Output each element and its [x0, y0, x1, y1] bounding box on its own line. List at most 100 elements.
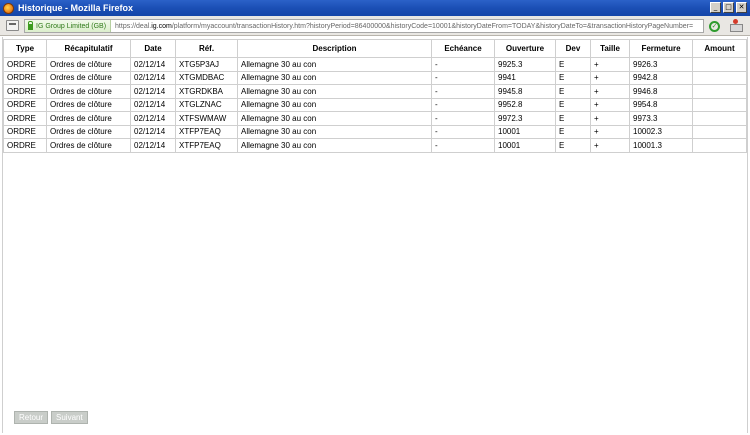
- pagination: Retour Suivant: [14, 411, 88, 424]
- table-cell: XTGLZNAC: [175, 97, 238, 112]
- site-page-icon[interactable]: [6, 20, 19, 31]
- table-cell: Ordres de clôture: [46, 57, 131, 72]
- transaction-history-table: Type Récapitulatif Date Réf. Description Eché…: [3, 39, 747, 153]
- next-button[interactable]: Suivant: [51, 411, 88, 424]
- table-cell: E: [555, 124, 591, 139]
- table-cell: -: [431, 70, 495, 85]
- table-row[interactable]: ORDRE Ordres de clôture 02/12/14 XTGRDKBA Al…: [3, 84, 747, 99]
- column-header: Récapitulatif: [46, 39, 131, 58]
- url-field[interactable]: IG Group Limited (GB) https://deal.ig.co…: [24, 19, 704, 33]
- table-row[interactable]: ORDRE Ordres de clôture 02/12/14 XTFP7EAQ Al…: [3, 124, 747, 139]
- table-cell: 10001: [494, 138, 556, 153]
- table-cell: 9952.8: [494, 97, 556, 112]
- table-cell: E: [555, 97, 591, 112]
- table-cell: +: [590, 124, 630, 139]
- table-cell: 9972.3: [494, 111, 556, 126]
- table-cell: -: [431, 57, 495, 72]
- table-row[interactable]: ORDRE Ordres de clôture 02/12/14 XTFP7EAQ Al…: [3, 138, 747, 153]
- table-header-row: Type Récapitulatif Date Réf. Description Eché…: [3, 39, 747, 58]
- check-icon[interactable]: ✓: [709, 21, 720, 32]
- table-body: ORDRE Ordres de clôture 02/12/14 XTG5P3AJ Al…: [3, 57, 747, 153]
- column-header: Ouverture: [494, 39, 556, 58]
- table-cell: ORDRE: [3, 57, 47, 72]
- table-row[interactable]: ORDRE Ordres de clôture 02/12/14 XTGLZNAC Al…: [3, 97, 747, 112]
- close-button[interactable]: ✕: [736, 2, 747, 13]
- table-cell: 9941: [494, 70, 556, 85]
- table-cell: 02/12/14: [130, 138, 176, 153]
- table-cell: +: [590, 111, 630, 126]
- table-cell: ORDRE: [3, 70, 47, 85]
- table-cell: [692, 124, 747, 139]
- table-cell: 02/12/14: [130, 57, 176, 72]
- table-cell: Ordres de clôture: [46, 70, 131, 85]
- table-cell: 10001.3: [629, 138, 693, 153]
- site-identity-label: IG Group Limited (GB): [36, 22, 107, 30]
- table-cell: Ordres de clôture: [46, 124, 131, 139]
- table-row[interactable]: ORDRE Ordres de clôture 02/12/14 XTGMDBAC Al…: [3, 70, 747, 85]
- back-button[interactable]: Retour: [14, 411, 49, 424]
- firefox-icon: [3, 2, 14, 14]
- column-header: Echéance: [431, 39, 495, 58]
- upload-icon[interactable]: [729, 19, 743, 32]
- table-cell: 02/12/14: [130, 111, 176, 126]
- table-cell: 9946.8: [629, 84, 693, 99]
- table-cell: 02/12/14: [130, 124, 176, 139]
- table-cell: [692, 138, 747, 153]
- table-cell: Allemagne 30 au con: [237, 124, 432, 139]
- table-cell: -: [431, 84, 495, 99]
- table-cell: 10001: [494, 124, 556, 139]
- url-text[interactable]: https://deal.ig.com/platform/myaccount/t…: [111, 23, 693, 30]
- maximize-button[interactable]: □: [723, 2, 734, 13]
- table-cell: Ordres de clôture: [46, 84, 131, 99]
- column-header: Réf.: [175, 39, 238, 58]
- table-cell: -: [431, 124, 495, 139]
- table-cell: -: [431, 111, 495, 126]
- table-cell: 9925.3: [494, 57, 556, 72]
- window-title: Historique - Mozilla Firefox: [18, 3, 134, 13]
- table-cell: ORDRE: [3, 138, 47, 153]
- table-row[interactable]: ORDRE Ordres de clôture 02/12/14 XTG5P3AJ Al…: [3, 57, 747, 72]
- table-cell: Allemagne 30 au con: [237, 57, 432, 72]
- window-controls: _ □ ✕: [710, 2, 747, 13]
- address-bar: IG Group Limited (GB) https://deal.ig.co…: [0, 16, 750, 36]
- table-cell: 02/12/14: [130, 84, 176, 99]
- table-cell: 9942.8: [629, 70, 693, 85]
- column-header: Fermeture: [629, 39, 693, 58]
- table-cell: +: [590, 84, 630, 99]
- column-header: Description: [237, 39, 432, 58]
- table-cell: XTGMDBAC: [175, 70, 238, 85]
- table-cell: [692, 70, 747, 85]
- table-cell: 9954.8: [629, 97, 693, 112]
- table-cell: XTG5P3AJ: [175, 57, 238, 72]
- table-cell: Allemagne 30 au con: [237, 84, 432, 99]
- table-cell: XTFP7EAQ: [175, 138, 238, 153]
- window-title-bar[interactable]: Historique - Mozilla Firefox _ □ ✕: [0, 0, 750, 16]
- column-header: Date: [130, 39, 176, 58]
- table-cell: Allemagne 30 au con: [237, 97, 432, 112]
- table-cell: 9926.3: [629, 57, 693, 72]
- table-cell: Allemagne 30 au con: [237, 138, 432, 153]
- minimize-button[interactable]: _: [710, 2, 721, 13]
- table-cell: +: [590, 57, 630, 72]
- table-cell: Allemagne 30 au con: [237, 111, 432, 126]
- column-header: Dev: [555, 39, 591, 58]
- table-cell: ORDRE: [3, 111, 47, 126]
- table-cell: 02/12/14: [130, 70, 176, 85]
- column-header: Taille: [590, 39, 630, 58]
- table-cell: [692, 97, 747, 112]
- table-cell: +: [590, 70, 630, 85]
- table-row[interactable]: ORDRE Ordres de clôture 02/12/14 XTFSWMAW Al…: [3, 111, 747, 126]
- table-cell: XTFP7EAQ: [175, 124, 238, 139]
- table-cell: E: [555, 70, 591, 85]
- table-cell: Ordres de clôture: [46, 111, 131, 126]
- table-cell: Ordres de clôture: [46, 97, 131, 112]
- site-identity-badge[interactable]: IG Group Limited (GB): [25, 20, 112, 32]
- table-cell: 10002.3: [629, 124, 693, 139]
- table-cell: +: [590, 97, 630, 112]
- table-cell: ORDRE: [3, 84, 47, 99]
- table-cell: [692, 57, 747, 72]
- table-cell: [692, 84, 747, 99]
- table-cell: 9973.3: [629, 111, 693, 126]
- table-cell: [692, 111, 747, 126]
- page-content: Type Récapitulatif Date Réf. Description Eché…: [2, 37, 748, 433]
